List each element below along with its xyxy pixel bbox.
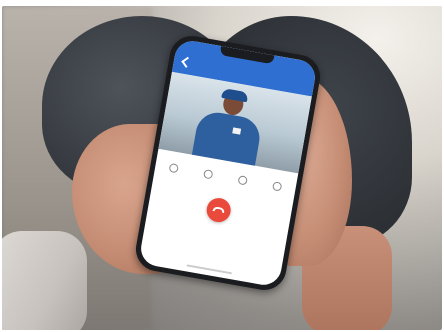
home-indicator: [186, 264, 233, 275]
visitor-badge: [232, 127, 242, 135]
visitor-body: [191, 109, 263, 170]
photo: [2, 6, 442, 330]
unlock-icon[interactable]: [237, 175, 248, 186]
microphone-icon[interactable]: [203, 169, 214, 180]
snapshot-icon[interactable]: [271, 181, 283, 192]
speaker-icon[interactable]: [168, 162, 179, 174]
hang-up-icon: [212, 206, 226, 214]
end-call-button[interactable]: [204, 196, 233, 224]
back-icon[interactable]: [181, 56, 193, 68]
left-sleeve: [2, 231, 87, 330]
